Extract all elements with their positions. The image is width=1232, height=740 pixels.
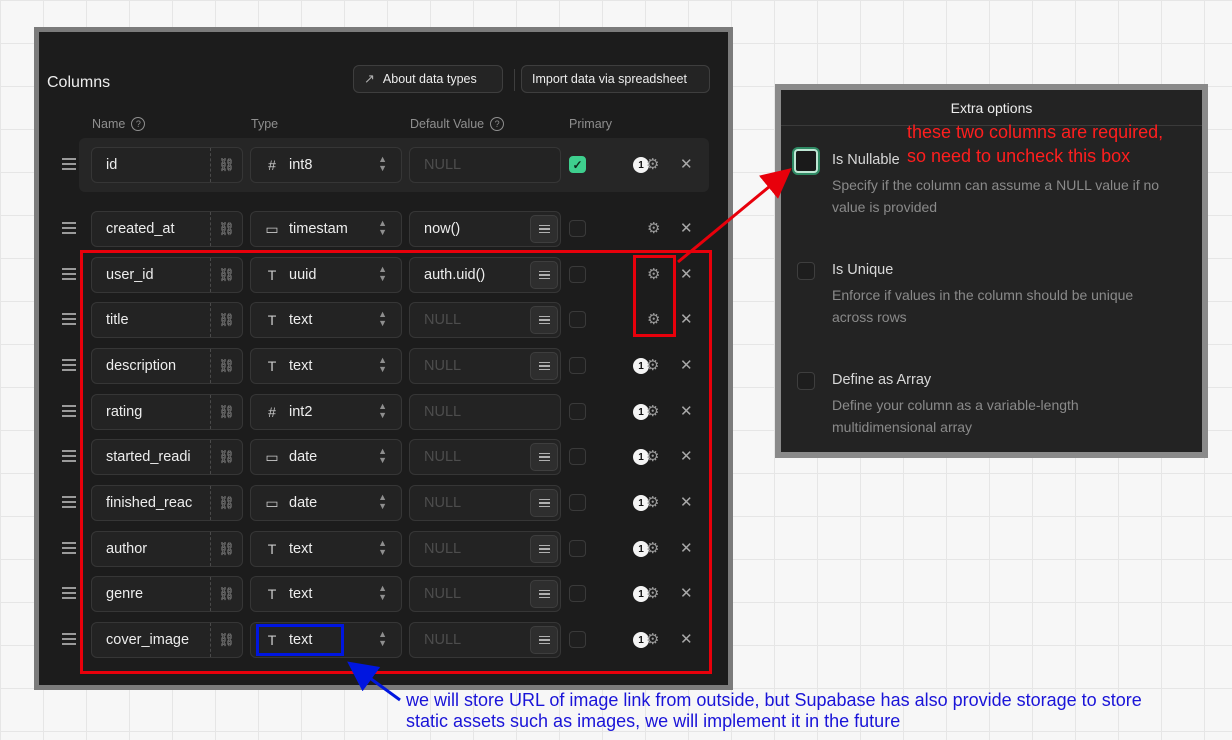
name-column-header: Name? <box>92 117 146 131</box>
drag-handle-icon[interactable] <box>62 222 76 237</box>
column-name-input[interactable]: created_at ⛓ <box>91 211 243 247</box>
primary-column-header: Primary <box>569 117 613 131</box>
about-data-types-button[interactable]: ↗ About data types <box>353 65 503 93</box>
primary-checkbox[interactable] <box>569 220 586 237</box>
help-icon[interactable]: ? <box>490 117 505 131</box>
default-value-input[interactable]: now() <box>409 211 561 247</box>
annotation-blue-note: we will store URL of image link from out… <box>406 690 1142 731</box>
drag-handle-icon[interactable] <box>62 405 76 420</box>
define-as-array-checkbox[interactable] <box>797 372 815 390</box>
list-menu-icon[interactable] <box>530 215 558 243</box>
gear-icon[interactable]: ⚙ <box>647 219 660 237</box>
gear-icon[interactable]: ⚙ <box>646 155 659 173</box>
link-icon[interactable]: ⛓ <box>210 148 242 182</box>
drag-handle-icon[interactable] <box>62 496 76 511</box>
import-spreadsheet-button[interactable]: Import data via spreadsheet <box>521 65 710 93</box>
annotation-red-box-rows <box>80 250 712 674</box>
drag-handle-icon[interactable] <box>62 268 76 283</box>
type-column-header: Type <box>251 117 279 131</box>
column-type-select[interactable]: ▭ timestam ▲ ▼ <box>250 211 402 247</box>
drag-handle-icon[interactable] <box>62 587 76 602</box>
help-icon[interactable]: ? <box>131 117 146 131</box>
calendar-icon: ▭ <box>265 220 279 237</box>
primary-checkbox[interactable]: ✓ <box>569 156 586 173</box>
column-row: id ⛓ # int8 ▲ ▼ NULL ✓ 1 ⚙ ✕ <box>39 138 728 192</box>
default-value-column-header: Default Value? <box>410 117 505 131</box>
drag-handle-icon[interactable] <box>62 542 76 557</box>
chevron-updown-icon: ▲ ▼ <box>378 154 387 173</box>
drag-handle-icon[interactable] <box>62 313 76 328</box>
remove-column-close-icon[interactable]: ✕ <box>680 219 693 237</box>
annotation-red-note-line1: these two columns are required, <box>907 122 1164 142</box>
drag-handle-icon[interactable] <box>62 158 76 173</box>
annotation-red-note-line2: so need to uncheck this box <box>907 146 1131 166</box>
hash-icon: # <box>268 157 276 173</box>
link-icon[interactable]: ⛓ <box>210 212 242 246</box>
column-type-select[interactable]: # int8 ▲ ▼ <box>250 147 402 183</box>
annotation-blue-box-type <box>256 624 344 656</box>
is-unique-checkbox[interactable] <box>797 262 815 280</box>
drag-handle-icon[interactable] <box>62 633 76 648</box>
columns-title: Columns <box>47 74 111 91</box>
remove-column-close-icon[interactable]: ✕ <box>680 155 693 173</box>
annotation-red-box-gears <box>633 255 676 337</box>
chevron-updown-icon: ▲ ▼ <box>378 218 387 237</box>
external-link-icon: ↗ <box>364 71 375 86</box>
default-value-input[interactable]: NULL <box>409 147 561 183</box>
column-row: created_at ⛓ ▭ timestam ▲ ▼ now() ⚙ ✕ <box>39 211 728 251</box>
header-divider <box>514 69 515 91</box>
drag-handle-icon[interactable] <box>62 359 76 374</box>
drag-handle-icon[interactable] <box>62 450 76 465</box>
is-nullable-checkbox[interactable] <box>794 149 818 173</box>
column-name-input[interactable]: id ⛓ <box>91 147 243 183</box>
